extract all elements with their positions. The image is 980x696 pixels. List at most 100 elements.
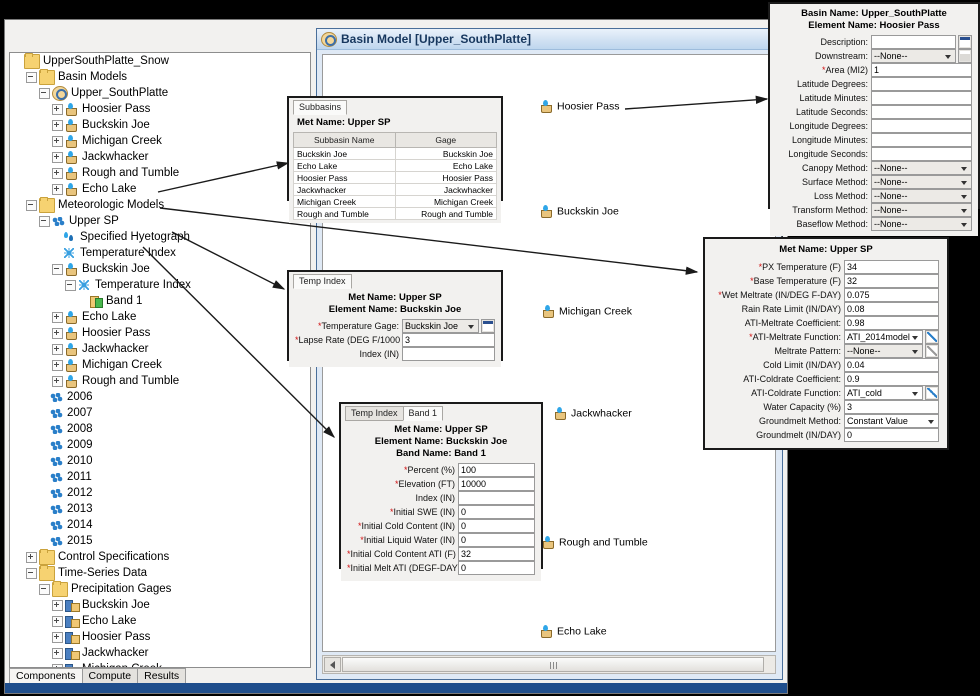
tree-node-band-1[interactable]: Band 1: [10, 293, 310, 309]
table-row[interactable]: Michigan Creek Michigan Creek: [293, 195, 497, 208]
expand-icon[interactable]: [52, 135, 63, 147]
field-input-latitude-minutes[interactable]: [871, 90, 972, 105]
scrollbar-thumb[interactable]: [342, 657, 764, 672]
collapse-icon[interactable]: [52, 263, 63, 275]
tree-node-2013[interactable]: 2013: [10, 501, 310, 517]
field-input-elevation-ft[interactable]: 10000: [458, 476, 535, 491]
tree-node-meteorologic-models[interactable]: Meteorologic Models: [10, 196, 310, 213]
basin-element-rough-and-tumble[interactable]: Rough and Tumble: [542, 536, 648, 549]
tree-node-michigan-creek[interactable]: Michigan Creek: [10, 357, 310, 373]
collapse-icon[interactable]: [26, 199, 37, 211]
table-cell[interactable]: Jackwhacker: [293, 183, 396, 196]
basin-element-jackwhacker[interactable]: Jackwhacker: [554, 407, 632, 420]
tree-node-buckskin-joe[interactable]: Buckskin Joe: [10, 261, 310, 277]
tree-node-control-specifications[interactable]: Control Specifications: [10, 548, 310, 565]
field-select-ati-coldrate-function[interactable]: ATI_cold: [844, 385, 923, 400]
table-row[interactable]: Rough and Tumble Rough and Tumble: [293, 207, 497, 220]
tree-node-2006[interactable]: 2006: [10, 389, 310, 405]
field-select-surface-method[interactable]: --None--: [871, 174, 972, 189]
expand-icon[interactable]: [52, 375, 63, 387]
open-chart-icon[interactable]: [925, 385, 939, 400]
table-cell[interactable]: Rough and Tumble: [293, 207, 396, 220]
field-input-water-capacity[interactable]: 3: [844, 399, 939, 414]
select-gage-icon[interactable]: [481, 318, 495, 333]
field-input-groundmelt-in-day[interactable]: 0: [844, 427, 939, 442]
collapse-icon[interactable]: [39, 87, 50, 99]
field-input-longitude-minutes[interactable]: [871, 132, 972, 147]
basin-element-michigan-creek[interactable]: Michigan Creek: [542, 305, 632, 318]
expand-icon[interactable]: [52, 647, 63, 659]
tree-node-echo-lake[interactable]: Echo Lake: [10, 613, 310, 629]
tree-node-jackwhacker[interactable]: Jackwhacker: [10, 341, 310, 357]
field-input-longitude-degrees[interactable]: [871, 118, 972, 133]
tempindex-tab-row[interactable]: Temp Index: [289, 272, 501, 289]
table-row[interactable]: Buckskin Joe Buckskin Joe: [293, 147, 497, 160]
subbasins-table[interactable]: Subbasin Name Gage Buckskin Joe Buckskin Jo…: [293, 132, 497, 220]
field-input-initial-cold-content-in[interactable]: 0: [458, 518, 535, 533]
open-chart-disabled-icon[interactable]: [925, 343, 939, 358]
band-tab-row[interactable]: Temp Index Band 1: [341, 404, 541, 421]
field-input-description[interactable]: [871, 34, 956, 49]
table-cell[interactable]: Hoosier Pass: [293, 171, 396, 184]
tree-node-specified-hyetograph[interactable]: Specified Hyetograph: [10, 229, 310, 245]
tree-node-hoosier-pass[interactable]: Hoosier Pass: [10, 101, 310, 117]
field-select-transform-method[interactable]: --None--: [871, 202, 972, 217]
tree-node-time-series-data[interactable]: Time-Series Data: [10, 564, 310, 581]
collapse-icon[interactable]: [65, 279, 76, 291]
tree-node-jackwhacker[interactable]: Jackwhacker: [10, 149, 310, 165]
tree-node-buckskin-joe[interactable]: Buckskin Joe: [10, 117, 310, 133]
tree-node-precipitation-gages[interactable]: Precipitation Gages: [10, 580, 310, 597]
field-select-groundmelt-method[interactable]: Constant Value: [844, 413, 939, 428]
open-chart-icon[interactable]: [925, 329, 939, 344]
table-row[interactable]: Echo Lake Echo Lake: [293, 159, 497, 172]
tree-node-2010[interactable]: 2010: [10, 453, 310, 469]
tree-node-michigan-creek[interactable]: Michigan Creek: [10, 661, 310, 667]
field-select-meltrate-pattern[interactable]: --None--: [844, 343, 923, 358]
field-input-cold-limit-in-day[interactable]: 0.04: [844, 357, 939, 372]
tree-node-uppersouthplatte-snow[interactable]: UpperSouthPlatte_Snow: [10, 53, 310, 69]
tab-temp-index-band[interactable]: Temp Index: [345, 406, 404, 421]
column-header[interactable]: Gage: [394, 132, 497, 148]
tree-node-2012[interactable]: 2012: [10, 485, 310, 501]
expand-icon[interactable]: [52, 343, 63, 355]
table-cell[interactable]: Michigan Creek: [394, 195, 497, 208]
tree-node-2011[interactable]: 2011: [10, 469, 310, 485]
tree-node-temperature-index[interactable]: Temperature Index: [10, 245, 310, 261]
tree-node-jackwhacker[interactable]: Jackwhacker: [10, 645, 310, 661]
basin-element-buckskin-joe[interactable]: Buckskin Joe: [540, 205, 619, 218]
open-editor-icon[interactable]: [958, 34, 972, 49]
field-select-downstream[interactable]: --None--: [871, 48, 956, 63]
tree-node-rough-and-tumble[interactable]: Rough and Tumble: [10, 165, 310, 181]
explorer-tab-strip[interactable]: Components Compute Results: [9, 668, 187, 685]
table-cell[interactable]: Hoosier Pass: [394, 171, 497, 184]
watershed-explorer-tree[interactable]: UpperSouthPlatte_Snow Basin Models Upper_S…: [9, 52, 311, 668]
expand-icon[interactable]: [52, 103, 63, 115]
tree-node-buckskin-joe[interactable]: Buckskin Joe: [10, 597, 310, 613]
table-row[interactable]: Jackwhacker Jackwhacker: [293, 183, 497, 196]
field-input-index-in[interactable]: [458, 490, 535, 505]
expand-icon[interactable]: [52, 599, 63, 611]
tab-subbasins[interactable]: Subbasins: [293, 100, 348, 115]
table-cell[interactable]: Echo Lake: [394, 159, 497, 172]
tree-node-2015[interactable]: 2015: [10, 533, 310, 549]
field-input-initial-cold-content-ati-f[interactable]: 32: [458, 546, 535, 561]
field-select-loss-method[interactable]: --None--: [871, 188, 972, 203]
field-input-initial-swe-in[interactable]: 0: [458, 504, 535, 519]
table-row[interactable]: Hoosier Pass Hoosier Pass: [293, 171, 497, 184]
field-input-base-temperature-f[interactable]: 32: [844, 273, 939, 288]
canvas-horizontal-scrollbar[interactable]: [322, 655, 776, 674]
tree-node-rough-and-tumble[interactable]: Rough and Tumble: [10, 373, 310, 389]
collapse-icon[interactable]: [26, 71, 37, 83]
expand-icon[interactable]: [52, 631, 63, 643]
tree-node-upper-sp[interactable]: Upper SP: [10, 213, 310, 229]
field-input-rain-rate-limit-in-day[interactable]: 0.08: [844, 301, 939, 316]
field-input-px-temperature-f[interactable]: 34: [844, 259, 939, 274]
expand-icon[interactable]: [52, 615, 63, 627]
tree-node-echo-lake[interactable]: Echo Lake: [10, 181, 310, 197]
field-select-canopy-method[interactable]: --None--: [871, 160, 972, 175]
field-select-temperature-gage[interactable]: Buckskin Joe: [402, 318, 479, 333]
table-cell[interactable]: Echo Lake: [293, 159, 396, 172]
table-cell[interactable]: Jackwhacker: [394, 183, 497, 196]
table-cell[interactable]: Buckskin Joe: [394, 147, 497, 160]
field-input-initial-melt-ati-degf-day[interactable]: 0: [458, 560, 535, 575]
